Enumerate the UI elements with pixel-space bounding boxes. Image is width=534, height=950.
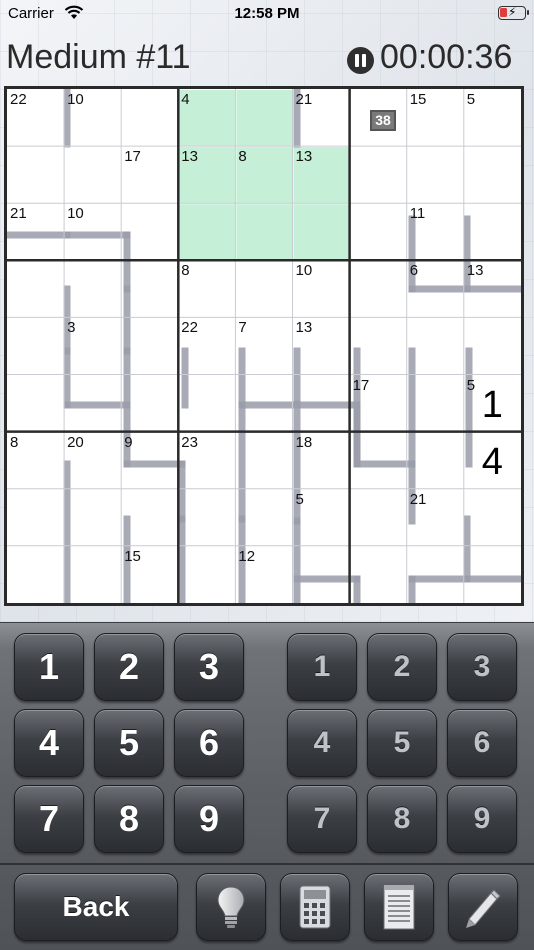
pencil-icon [466, 889, 501, 928]
cage-sum: 22 [181, 319, 198, 337]
cage-sum: 21 [10, 205, 27, 223]
digit-button-5[interactable]: 5 [94, 709, 164, 777]
cage-sum: 6 [409, 262, 419, 280]
highlighted-cell[interactable] [293, 204, 350, 261]
digit-button-2[interactable]: 2 [94, 633, 164, 701]
cage-sum: 10 [67, 205, 84, 223]
cage-sum: 21 [409, 490, 427, 508]
cage-sum: 11 [409, 205, 426, 223]
cell-value[interactable]: 1 [464, 377, 521, 434]
pause-button[interactable] [347, 47, 374, 74]
board-grid [7, 89, 521, 603]
pencil-button[interactable] [448, 873, 518, 941]
digit-button-1[interactable]: 1 [14, 633, 84, 701]
battery-icon: ⚡ [498, 5, 529, 20]
notepad-icon [383, 885, 415, 930]
cage-sum: 9 [124, 433, 133, 451]
note-digit-button-9[interactable]: 9 [447, 785, 517, 853]
cage-sum: 17 [352, 376, 370, 394]
cage-sum: 3 [67, 319, 76, 337]
note-digit-button-3[interactable]: 3 [447, 633, 517, 701]
cage-sum: 13 [466, 262, 484, 280]
cage-sum: 21 [295, 91, 313, 108]
cage-sum: 8 [181, 262, 190, 280]
cage-sum: 23 [181, 433, 198, 451]
notes-button[interactable] [364, 873, 434, 941]
note-digit-button-6[interactable]: 6 [447, 709, 517, 777]
cage-sum: 8 [10, 433, 19, 451]
note-digit-button-2[interactable]: 2 [367, 633, 437, 701]
cage-sum: 13 [295, 148, 313, 166]
cage-sum: 12 [238, 547, 256, 565]
hint-button[interactable] [196, 873, 266, 941]
cage-sum: 17 [124, 148, 141, 166]
toolbar-divider [0, 863, 534, 865]
cage-sum: 7 [238, 319, 247, 337]
digit-button-4[interactable]: 4 [14, 709, 84, 777]
back-button[interactable]: Back [14, 873, 178, 941]
highlighted-cell[interactable] [236, 90, 293, 147]
note-digit-button-8[interactable]: 8 [367, 785, 437, 853]
clock: 12:58 PM [234, 5, 300, 22]
note-digit-button-7[interactable]: 7 [287, 785, 357, 853]
note-digit-button-1[interactable]: 1 [287, 633, 357, 701]
cage-sum: 15 [409, 91, 427, 108]
calculator-button[interactable] [280, 873, 350, 941]
cage-total-badge: 38 [370, 110, 396, 131]
cell-value[interactable]: 4 [464, 434, 521, 491]
sudoku-board[interactable]: 38 22 10 4 21 15 5 17 13 8 13 21 10 11 8 10 6 13 3 22 7 13 17… [4, 86, 524, 606]
cage-sum: 13 [181, 148, 198, 166]
status-bar: Carrier 12:58 PM ⚡ [0, 0, 534, 28]
highlighted-cell[interactable] [179, 204, 236, 261]
digit-button-3[interactable]: 3 [174, 633, 244, 701]
cage-sum: 13 [295, 319, 313, 337]
digit-button-8[interactable]: 8 [94, 785, 164, 853]
lightbulb-icon [217, 886, 245, 928]
cage-sum: 10 [295, 262, 313, 280]
note-digit-button-5[interactable]: 5 [367, 709, 437, 777]
cage-sum: 10 [67, 91, 84, 108]
highlighted-cell[interactable] [236, 204, 293, 261]
cage-sum: 22 [10, 91, 27, 108]
digit-button-6[interactable]: 6 [174, 709, 244, 777]
cage-sum: 5 [295, 490, 304, 508]
digit-button-7[interactable]: 7 [14, 785, 84, 853]
cage-sum: 15 [124, 547, 141, 565]
cage-sum: 8 [238, 148, 247, 166]
cage-sum: 20 [67, 433, 84, 451]
cage-sum: 18 [295, 433, 313, 451]
cage-sum: 4 [181, 91, 190, 108]
puzzle-title: Medium #11 [6, 38, 191, 76]
note-digit-button-4[interactable]: 4 [287, 709, 357, 777]
cage-sum: 5 [466, 91, 476, 108]
timer: 00:00:36 [380, 38, 513, 76]
digit-button-9[interactable]: 9 [174, 785, 244, 853]
keypad: Back 1 2 3 4 5 6 7 8 9 1 2 3 4 5 6 7 8 9 [0, 622, 534, 950]
calculator-icon [299, 885, 331, 929]
